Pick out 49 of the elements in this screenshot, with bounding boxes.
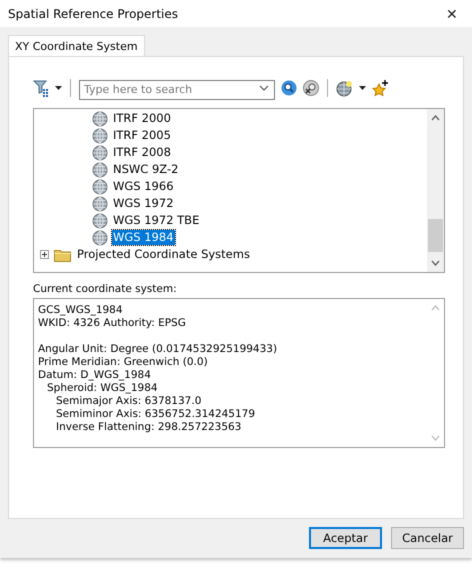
expand-icon[interactable] (40, 250, 49, 259)
dialog-button[interactable]: Cancelar (391, 527, 464, 549)
globe-icon (92, 196, 108, 212)
globe-icon[interactable] (336, 80, 353, 96)
window-title: Spatial Reference Properties (8, 6, 178, 20)
globe-icon (92, 128, 108, 144)
scroll-up-icon[interactable] (431, 115, 440, 121)
globe-icon (92, 144, 108, 160)
detail-line: Datum: D_WGS_1984 (38, 369, 151, 382)
scrollbar-thumb[interactable] (428, 219, 443, 252)
dropdown-arrow-icon[interactable] (55, 86, 62, 90)
scroll-down-icon (431, 435, 440, 441)
tree-item[interactable]: WGS 1972 TBE (112, 213, 200, 228)
tree-item[interactable]: ITRF 2008 (112, 145, 172, 160)
globe-icon (92, 212, 108, 228)
filter-icon[interactable] (33, 79, 49, 97)
tree-item[interactable]: ITRF 2000 (112, 111, 172, 126)
close-button[interactable]: ✕ (432, 0, 472, 27)
globe-icon (92, 162, 108, 178)
scrollbar[interactable] (427, 109, 444, 272)
detail-line: Angular Unit: Degree (0.0174532925199433) (38, 343, 278, 356)
clear-search-icon[interactable] (303, 80, 319, 96)
detail-line: Inverse Flattening: 298.257223563 (55, 421, 242, 434)
detail-line: Semiminor Axis: 6356752.314245179 (55, 408, 256, 421)
tree-item[interactable]: WGS 1984 (112, 230, 175, 245)
star-add-icon[interactable] (372, 80, 388, 96)
tree-item[interactable]: Projected Coordinate Systems (76, 247, 251, 262)
detail-line: WKID: 4326 Authority: EPSG (38, 317, 186, 330)
detail-line: GCS_WGS_1984 (38, 304, 123, 317)
tree-item[interactable]: ITRF 2005 (112, 128, 172, 143)
scroll-up-icon (431, 305, 440, 311)
tree-item[interactable]: NSWC 9Z-2 (112, 162, 180, 177)
tab[interactable]: XY Coordinate System (8, 35, 145, 56)
scroll-down-icon[interactable] (431, 260, 440, 266)
search-icon[interactable] (281, 80, 297, 96)
section-label: Current coordinate system: (33, 283, 178, 295)
dropdown-arrow-icon[interactable] (359, 86, 366, 90)
detail-line: Spheroid: WGS_1984 (46, 382, 158, 395)
search-field[interactable]: Type here to search (79, 80, 275, 100)
dialog-button[interactable]: Aceptar (309, 527, 382, 549)
folder-icon (54, 248, 71, 262)
globe-icon (92, 230, 108, 246)
detail-line: Semimajor Axis: 6378137.0 (55, 395, 202, 408)
globe-icon (92, 110, 108, 126)
tree-item[interactable]: WGS 1972 (112, 196, 175, 211)
tree-item[interactable]: WGS 1966 (112, 179, 175, 194)
detail-line: Prime Meridian: Greenwich (0.0) (38, 356, 208, 369)
chevron-down-icon[interactable] (259, 85, 269, 91)
globe-icon (92, 178, 108, 194)
